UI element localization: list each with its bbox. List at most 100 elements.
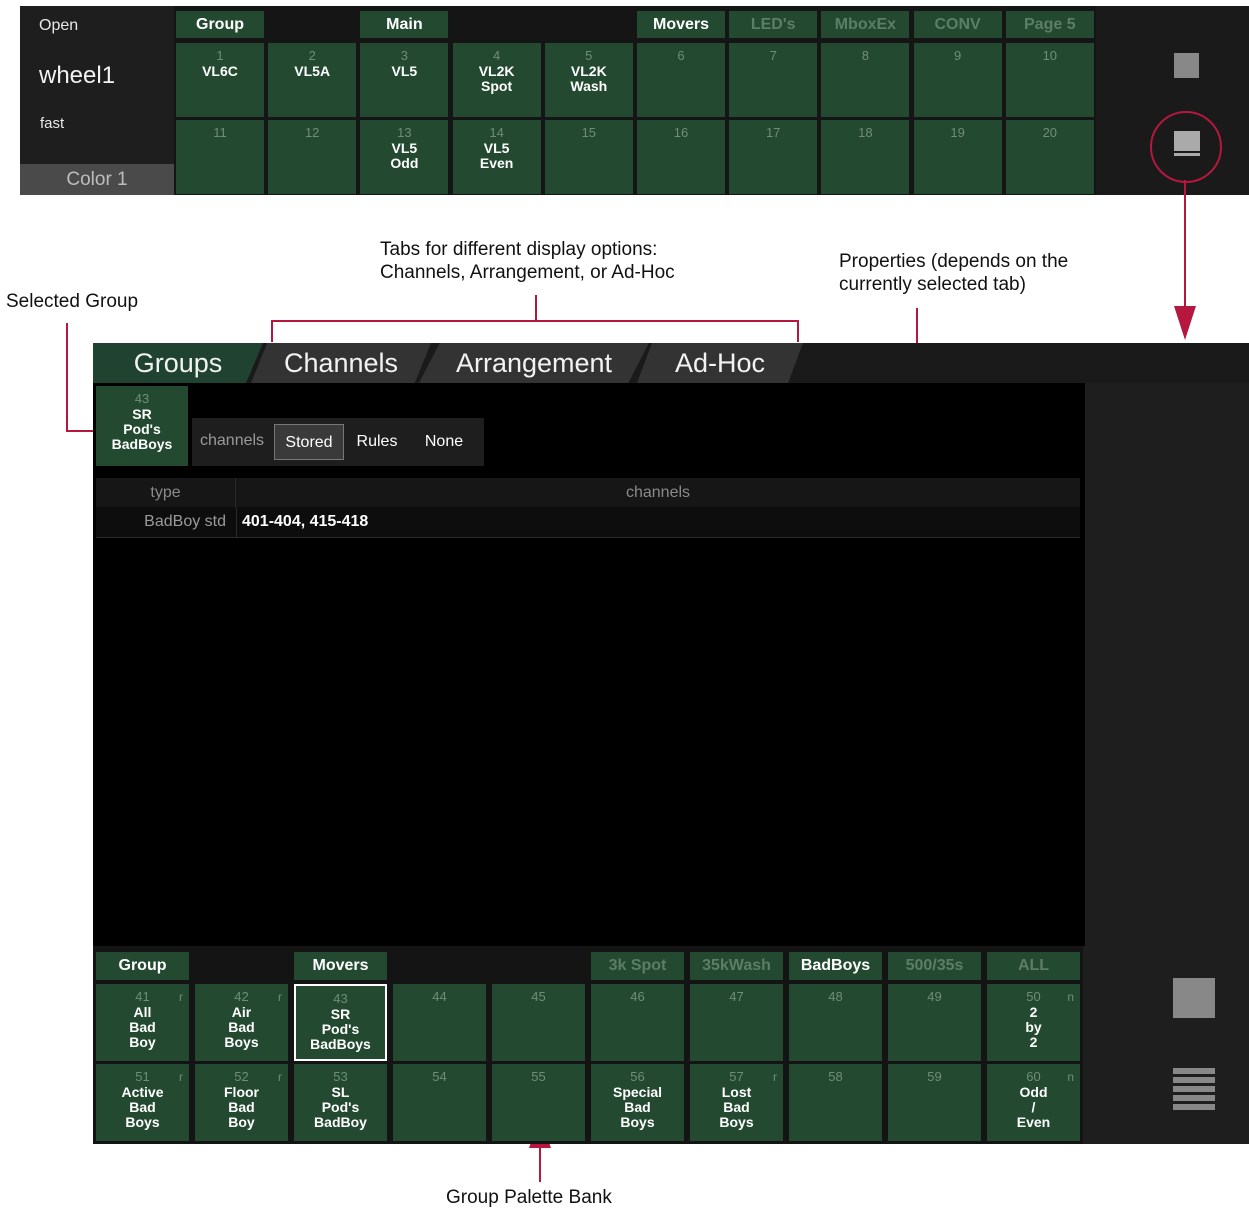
list-view-icon[interactable] (1173, 1068, 1215, 1074)
single-view-icon[interactable] (1173, 978, 1215, 1018)
palette-cell-number: 44 (432, 989, 447, 1004)
palette-tab-10[interactable]: Page 5 (1005, 11, 1094, 38)
column-header-type: type (96, 478, 236, 507)
palette-cell[interactable]: 48 (789, 984, 882, 1061)
wheel-mode-label: Open (39, 17, 79, 34)
palette-cell-label: Odd / Even (1016, 1084, 1051, 1130)
palette-cell[interactable]: 17 (729, 120, 818, 194)
tab-groups[interactable]: Groups (93, 343, 263, 383)
palette-cell[interactable]: 5 VL2K Wash (544, 43, 633, 117)
palette-cell[interactable]: 8 (821, 43, 910, 117)
palette-cell[interactable]: 19 (913, 120, 1002, 194)
palette-cell[interactable]: 11 (176, 120, 264, 194)
palette-cell[interactable]: 42 Air Bad Boys r (195, 984, 288, 1061)
list-view-icon-bar (1173, 1104, 1215, 1110)
palette-cell-number: 47 (729, 989, 744, 1004)
selected-group-leader (66, 323, 68, 432)
palette-cell-flag: n (1067, 990, 1074, 1004)
list-view-icon-bar (1173, 1086, 1215, 1092)
palette-cell[interactable]: 56 Special Bad Boys (591, 1064, 684, 1141)
palette-cell-number: 6 (677, 48, 685, 63)
single-view-icon[interactable] (1174, 53, 1199, 78)
palette-cell[interactable]: 50 2 by 2 n (987, 984, 1080, 1061)
palette-cell-number: 45 (531, 989, 546, 1004)
palette-cell[interactable]: 53 SL Pod's BadBoy (294, 1064, 387, 1141)
palette-tab-6[interactable]: 3k Spot (591, 952, 684, 980)
table-row[interactable]: BadBoy std 401-404, 415-418 (96, 507, 1080, 538)
palette-cell-number: 17 (765, 125, 781, 140)
palette-tab-9[interactable]: 500/35s (888, 952, 981, 980)
palette-tab-1[interactable]: Group (176, 11, 264, 38)
palette-cell[interactable]: 58 (789, 1064, 882, 1141)
palette-cell[interactable]: 46 (591, 984, 684, 1061)
palette-cell[interactable]: 14 VL5 Even (452, 120, 541, 194)
palette-tab-3[interactable]: Movers (294, 952, 387, 980)
palette-tab-10[interactable]: ALL (987, 952, 1080, 980)
tab-channels[interactable]: Channels (251, 343, 431, 383)
palette-cell[interactable]: 9 (913, 43, 1002, 117)
palette-cell-label: 2 by 2 (1025, 1004, 1042, 1050)
column-header-channels: channels (625, 484, 691, 501)
palette-cell[interactable]: 47 (690, 984, 783, 1061)
palette-cell[interactable]: 15 (544, 120, 633, 194)
palette-tab-6[interactable]: Movers (637, 11, 725, 38)
palette-cell[interactable]: 49 (888, 984, 981, 1061)
color-1-button[interactable]: Color 1 (20, 164, 174, 195)
palette-cell-selected[interactable]: 43 SR Pod's BadBoys (294, 984, 387, 1061)
split-view-icon[interactable] (1174, 131, 1200, 151)
palette-cell-number: 58 (828, 1069, 843, 1084)
tab-ad-hoc[interactable]: Ad-Hoc (637, 343, 803, 383)
palette-cell[interactable]: 2 VL5A (268, 43, 357, 117)
properties-annotation: Properties (depends on the currently sel… (839, 251, 1069, 295)
palette-cell[interactable]: 44 (393, 984, 486, 1061)
palette-cell-number: 2 (308, 48, 316, 63)
palette-cell[interactable]: 51 Active Bad Boys r (96, 1064, 189, 1141)
rules-button[interactable]: Rules (346, 424, 408, 460)
palette-cell-number: 11 (213, 125, 227, 140)
palette-cell[interactable]: 6 (637, 43, 725, 117)
palette-tab-8[interactable]: BadBoys (789, 952, 882, 980)
palette-cell-flag: r (278, 1070, 282, 1084)
palette-tab-8[interactable]: MboxEx (821, 11, 910, 38)
palette-cell-flag: r (179, 1070, 183, 1084)
palette-cell-number: 4 (492, 48, 501, 63)
palette-cell[interactable]: 55 (492, 1064, 585, 1141)
selected-group-button[interactable]: 43 SR Pod's BadBoys (96, 386, 188, 466)
palette-tab-3[interactable]: Main (360, 11, 449, 38)
palette-cell[interactable]: 18 (821, 120, 910, 194)
palette-cell[interactable]: 45 (492, 984, 585, 1061)
palette-tab-1[interactable]: Group (96, 952, 189, 980)
palette-cell[interactable]: 20 (1005, 120, 1094, 194)
palette-cell[interactable]: 4 VL2K Spot (452, 43, 541, 117)
palette-cell-number: 7 (769, 48, 777, 63)
palette-cell[interactable]: 10 (1005, 43, 1094, 117)
wheel-name[interactable]: wheel1 (39, 62, 115, 90)
palette-cell[interactable]: 7 (729, 43, 818, 117)
palette-cell[interactable]: 1 VL6C (176, 43, 264, 117)
stored-button[interactable]: Stored (274, 424, 344, 460)
palette-cell[interactable]: 52 Floor Bad Boy r (195, 1064, 288, 1141)
palette-cell[interactable]: 54 (393, 1064, 486, 1141)
row-type: BadBoy std (144, 513, 226, 530)
palette-tab-5 (492, 952, 585, 980)
list-view-icon-bar (1173, 1077, 1215, 1083)
tab-arrangement[interactable]: Arrangement (419, 343, 649, 383)
channels-mode-selector: channels Stored Rules None (192, 418, 484, 466)
palette-tab-5 (545, 11, 633, 38)
palette-cell[interactable]: 59 (888, 1064, 981, 1141)
palette-cell[interactable]: 41 All Bad Boy r (96, 984, 189, 1061)
palette-tab-7[interactable]: 35kWash (690, 952, 783, 980)
palette-tab-7[interactable]: LED's (729, 11, 818, 38)
palette-tab-9[interactable]: CONV (913, 11, 1002, 38)
palette-cell[interactable]: 16 (637, 120, 725, 194)
palette-cell[interactable]: 13 VL5 Odd (360, 120, 449, 194)
palette-cell-flag: r (773, 1070, 777, 1084)
palette-cell[interactable]: 3 VL5 (360, 43, 449, 117)
none-button[interactable]: None (410, 424, 478, 460)
palette-cell-number: 18 (858, 125, 873, 140)
palette-cell[interactable]: 12 (268, 120, 357, 194)
palette-cell[interactable]: 57 Lost Bad Boys r (690, 1064, 783, 1141)
palette-cell[interactable]: 60 Odd / Even n (987, 1064, 1080, 1141)
palette-cell-number: 5 (585, 48, 593, 63)
palette-tab-4 (453, 11, 541, 38)
